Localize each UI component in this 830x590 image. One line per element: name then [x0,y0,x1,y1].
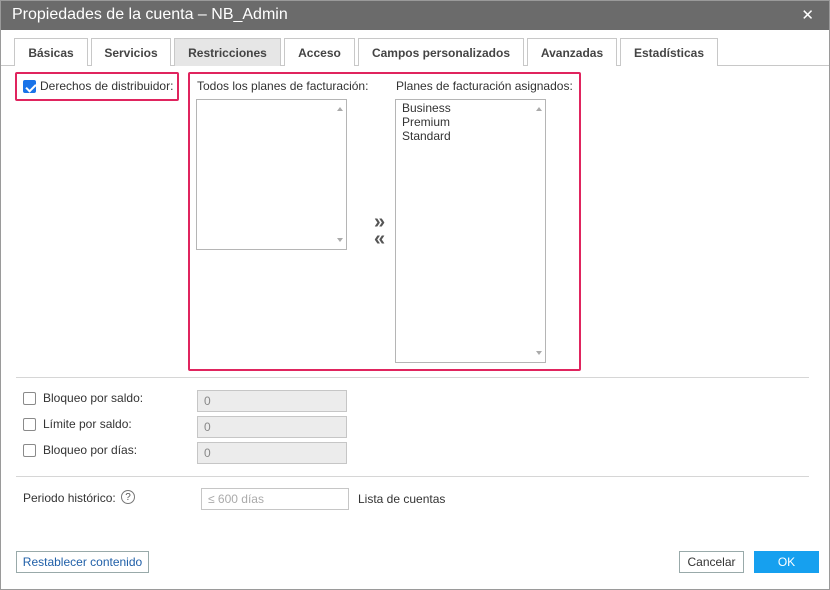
close-icon[interactable]: ✕ [801,6,814,24]
move-left-icon[interactable]: « [374,229,385,249]
tab-bar: Básicas Servicios Restricciones Acceso C… [0,30,830,66]
history-period-input[interactable]: ≤ 600 días [201,488,349,510]
cancel-button[interactable]: Cancelar [679,551,744,573]
balance-block-input[interactable]: 0 [197,390,347,412]
scroll-down-icon[interactable] [337,238,343,242]
list-item[interactable]: Premium [402,115,451,129]
tab-servicios[interactable]: Servicios [91,38,171,66]
all-plans-listbox[interactable] [196,99,347,250]
list-item[interactable]: Standard [402,129,451,143]
distributor-label: Derechos de distribuidor: [40,79,174,93]
history-period-label: Periodo histórico: [23,491,116,505]
balance-limit-label: Límite por saldo: [43,417,132,431]
list-item[interactable]: Business [402,101,451,115]
tab-estadisticas[interactable]: Estadísticas [620,38,718,66]
tab-basicas[interactable]: Básicas [14,38,88,66]
reset-content-button[interactable]: Restablecer contenido [16,551,149,573]
ok-button[interactable]: OK [754,551,819,573]
divider [16,377,809,378]
window-title: Propiedades de la cuenta – NB_Admin [12,6,288,23]
days-block-input[interactable]: 0 [197,442,347,464]
scroll-down-icon[interactable] [536,351,542,355]
tab-restricciones[interactable]: Restricciones [174,38,281,66]
scroll-up-icon[interactable] [337,107,343,111]
distributor-checkbox[interactable] [23,80,36,93]
divider [16,476,809,477]
scroll-up-icon[interactable] [536,107,542,111]
days-block-label: Bloqueo por días: [43,443,138,457]
all-plans-label: Todos los planes de facturación: [197,79,369,93]
account-list-label: Lista de cuentas [358,492,446,506]
tab-campos-personalizados[interactable]: Campos personalizados [358,38,524,66]
tab-acceso[interactable]: Acceso [284,38,355,66]
balance-limit-checkbox[interactable] [23,418,36,431]
assigned-plans-items: Business Premium Standard [402,101,451,143]
balance-limit-input[interactable]: 0 [197,416,347,438]
days-block-checkbox[interactable] [23,444,36,457]
tab-avanzadas[interactable]: Avanzadas [527,38,617,66]
balance-block-checkbox[interactable] [23,392,36,405]
balance-block-label: Bloqueo por saldo: [43,391,144,405]
assigned-plans-label: Planes de facturación asignados: [396,79,573,93]
title-bar: Propiedades de la cuenta – NB_Admin ✕ [0,0,830,30]
help-icon[interactable]: ? [121,490,135,504]
assigned-plans-listbox[interactable]: Business Premium Standard [395,99,546,363]
